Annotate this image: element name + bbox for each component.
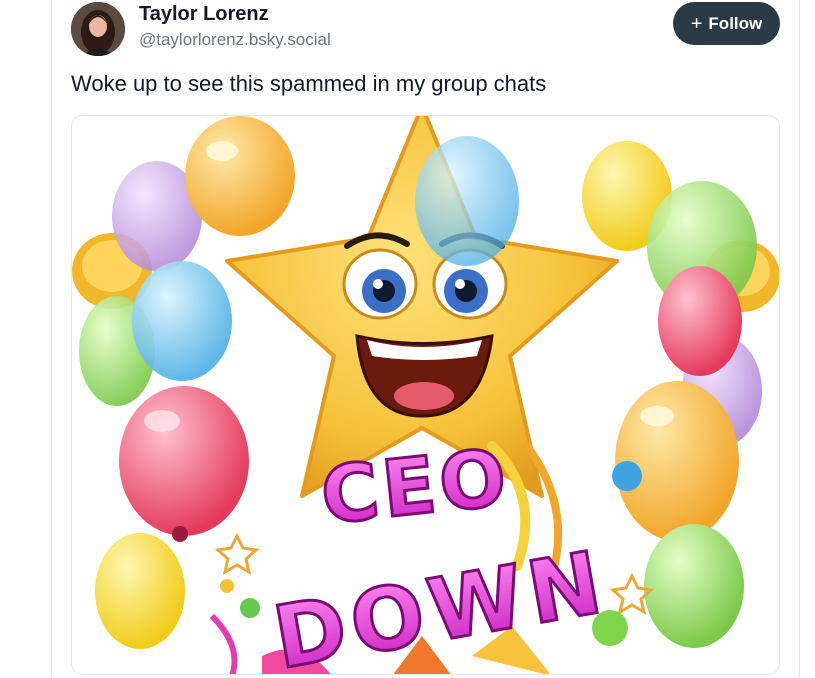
avatar-image	[71, 2, 125, 56]
ceo-down-star-image: CEO DOWN	[72, 116, 779, 674]
avatar[interactable]	[71, 2, 125, 56]
balloon-yellow-top	[185, 116, 295, 236]
post-text: Woke up to see this spammed in my group …	[71, 71, 547, 96]
author-handle[interactable]: @taylorlorenz.bsky.social	[139, 29, 331, 51]
follow-button-label: Follow	[708, 13, 763, 33]
balloon-blue-left	[132, 261, 232, 381]
balloon-blue-center	[415, 136, 519, 266]
post-image[interactable]: CEO DOWN	[71, 115, 780, 675]
post-header: Taylor Lorenz @taylorlorenz.bsky.social	[71, 2, 331, 56]
balloon-green-bottom-right	[644, 524, 744, 648]
balloon-pink-right	[658, 266, 742, 376]
balloon-orange-right	[615, 381, 739, 541]
plus-icon: +	[690, 12, 703, 35]
balloon-yellow-bottom-left	[95, 533, 185, 649]
follow-button[interactable]: + Follow	[673, 2, 780, 45]
post-card: Taylor Lorenz @taylorlorenz.bsky.social …	[51, 0, 800, 678]
author-display-name[interactable]: Taylor Lorenz	[139, 2, 331, 26]
